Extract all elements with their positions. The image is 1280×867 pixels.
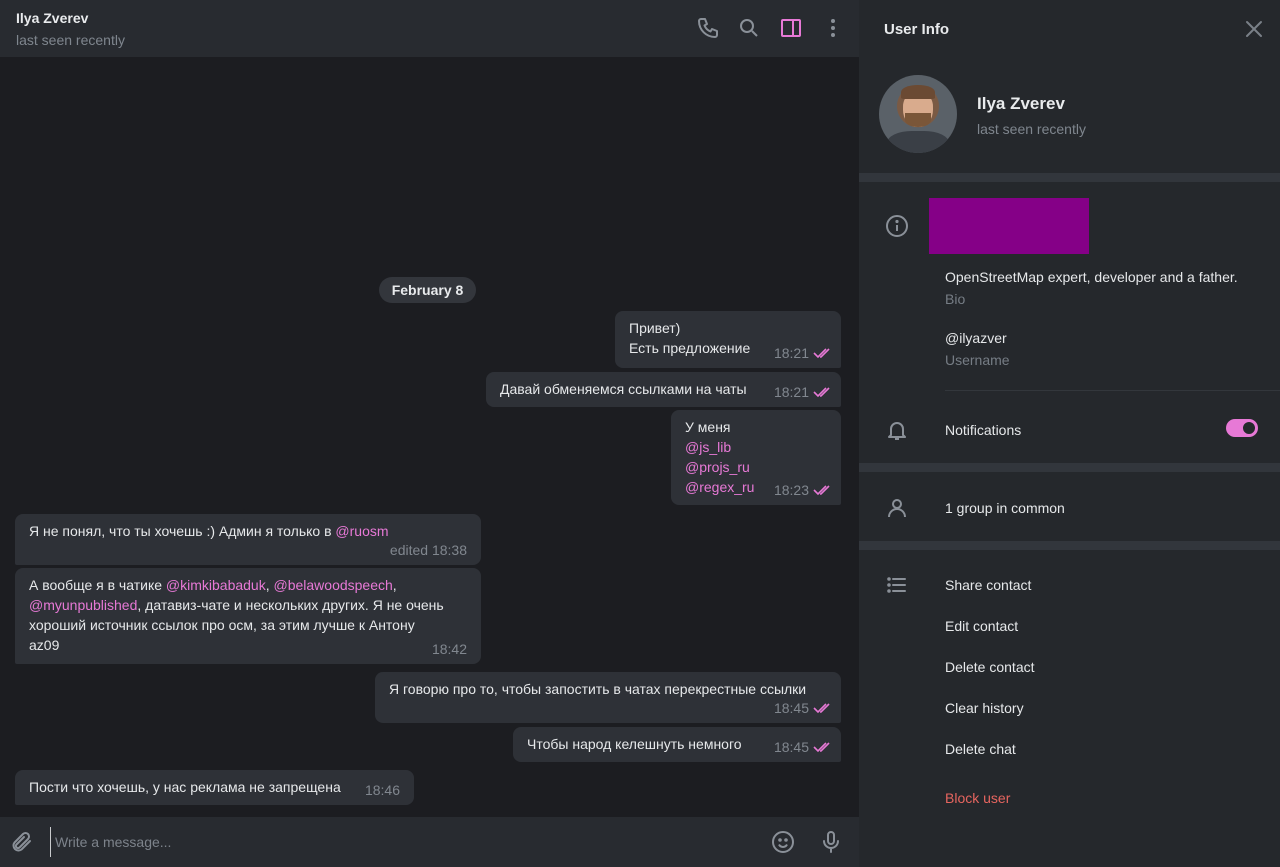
redacted-phone-number [929,198,1089,254]
bio-text: OpenStreetMap expert, developer and a fa… [945,269,1238,285]
phone-icon[interactable] [696,16,720,40]
username-text[interactable]: @ilyazver [945,330,1007,346]
message-meta: 18:21 [774,343,833,363]
message-time: 18:42 [431,641,467,657]
bell-icon [885,418,909,442]
double-check-icon [813,347,833,359]
message-list[interactable]: February 8 Привет) Есть предложение 18:2… [0,57,859,817]
message-text: az09 [29,637,60,653]
chat-header: Ilya Zverev last seen recently [0,0,859,57]
message-bubble-outgoing[interactable]: Давай обменяемся ссылками на чаты 18:21 [486,372,841,407]
user-icon [885,496,909,520]
message-text: У меня [685,419,731,435]
message-bubble-outgoing[interactable]: У меня @js_lib @projs_ru @regex_ru 18:23 [671,410,841,505]
message-time: 18:23 [773,482,809,498]
chat-pane: Ilya Zverev last seen recently February … [0,0,859,867]
date-separator: February 8 [379,277,476,303]
message-bubble-incoming[interactable]: Я не понял, что ты хочешь :) Админ я тол… [15,514,481,565]
message-text: А вообще я в чатике @kimkibabaduk, @bela… [29,577,397,593]
double-check-icon [813,741,833,753]
edit-contact-button[interactable]: Edit contact [945,618,1018,634]
share-contact-button[interactable]: Share contact [945,577,1031,593]
message-time: 18:21 [773,384,809,400]
message-meta: 18:21 [774,382,833,402]
message-bubble-outgoing[interactable]: Привет) Есть предложение 18:21 [615,311,841,368]
profile-name: Ilya Zverev [977,94,1065,113]
message-meta: 18:45 [774,698,833,718]
section-divider [859,541,1280,550]
message-time: edited 18:38 [389,542,467,558]
block-user-button[interactable]: Block user [945,790,1010,806]
message-text: Я говорю про то, чтобы запостить в чатах… [389,681,807,697]
message-text: хороший источник ссылок про осм, за этим… [29,617,415,633]
peer-status: last seen recently [16,32,125,48]
message-text: Я не понял, что ты хочешь :) Админ я тол… [29,523,389,539]
paperclip-icon[interactable] [10,830,34,854]
message-meta: edited 18:38 [390,540,467,560]
message-time: 18:45 [773,739,809,755]
emoji-icon[interactable] [771,830,795,854]
delete-chat-button[interactable]: Delete chat [945,741,1016,757]
message-time: 18:21 [773,345,809,361]
avatar[interactable] [879,75,957,153]
message-text: @myunpublished, датавиз-чате и нескольки… [29,597,444,613]
double-check-icon [813,484,833,496]
peer-name[interactable]: Ilya Zverev [16,10,88,26]
message-composer [0,817,859,867]
message-bubble-incoming[interactable]: А вообще я в чатике @kimkibabaduk, @bela… [15,568,481,664]
mention-link[interactable]: @belawoodspeech [274,577,393,593]
clear-history-button[interactable]: Clear history [945,700,1024,716]
profile-status: last seen recently [977,121,1086,137]
message-bubble-incoming[interactable]: Пости что хочешь, у нас реклама не запре… [15,770,414,805]
notifications-toggle[interactable] [1226,419,1258,437]
message-meta: 18:46 [365,780,400,800]
mention-link[interactable]: @myunpublished [29,597,137,613]
list-icon [885,573,909,597]
message-meta: 18:23 [774,480,833,500]
message-time: 18:45 [773,700,809,716]
message-time: 18:46 [364,782,400,798]
search-icon[interactable] [737,16,761,40]
message-bubble-outgoing[interactable]: Чтобы народ келешнуть немного 18:45 [513,727,841,762]
mention-link[interactable]: @kimkibabaduk [166,577,266,593]
double-check-icon [813,702,833,714]
double-check-icon [813,386,833,398]
panel-title: User Info [884,21,950,38]
username-label: Username [945,352,1010,368]
message-text: Привет) [629,320,681,336]
message-input[interactable] [50,827,750,857]
section-divider [859,463,1280,472]
message-text: Пости что хочешь, у нас реклама не запре… [29,779,341,795]
user-info-panel: User Info Ilya Zverev last seen recently… [859,0,1280,867]
message-bubble-outgoing[interactable]: Я говорю про то, чтобы запостить в чатах… [375,672,841,723]
message-meta: 18:45 [774,737,833,757]
row-divider [945,390,1280,391]
mention-link[interactable]: @js_lib [685,437,827,457]
delete-contact-button[interactable]: Delete contact [945,659,1035,675]
sidebar-toggle-icon[interactable] [779,16,803,40]
mention-link[interactable]: @projs_ru [685,457,827,477]
notifications-label: Notifications [945,422,1022,438]
section-divider [859,173,1280,182]
bio-label: Bio [945,291,966,307]
microphone-icon[interactable] [819,830,843,854]
close-icon[interactable] [1243,18,1265,40]
info-icon [885,214,909,238]
message-meta: 18:42 [432,639,467,659]
mention-link[interactable]: @ruosm [335,523,388,539]
more-vertical-icon[interactable] [821,16,845,40]
groups-in-common[interactable]: 1 group in common [945,500,1065,516]
